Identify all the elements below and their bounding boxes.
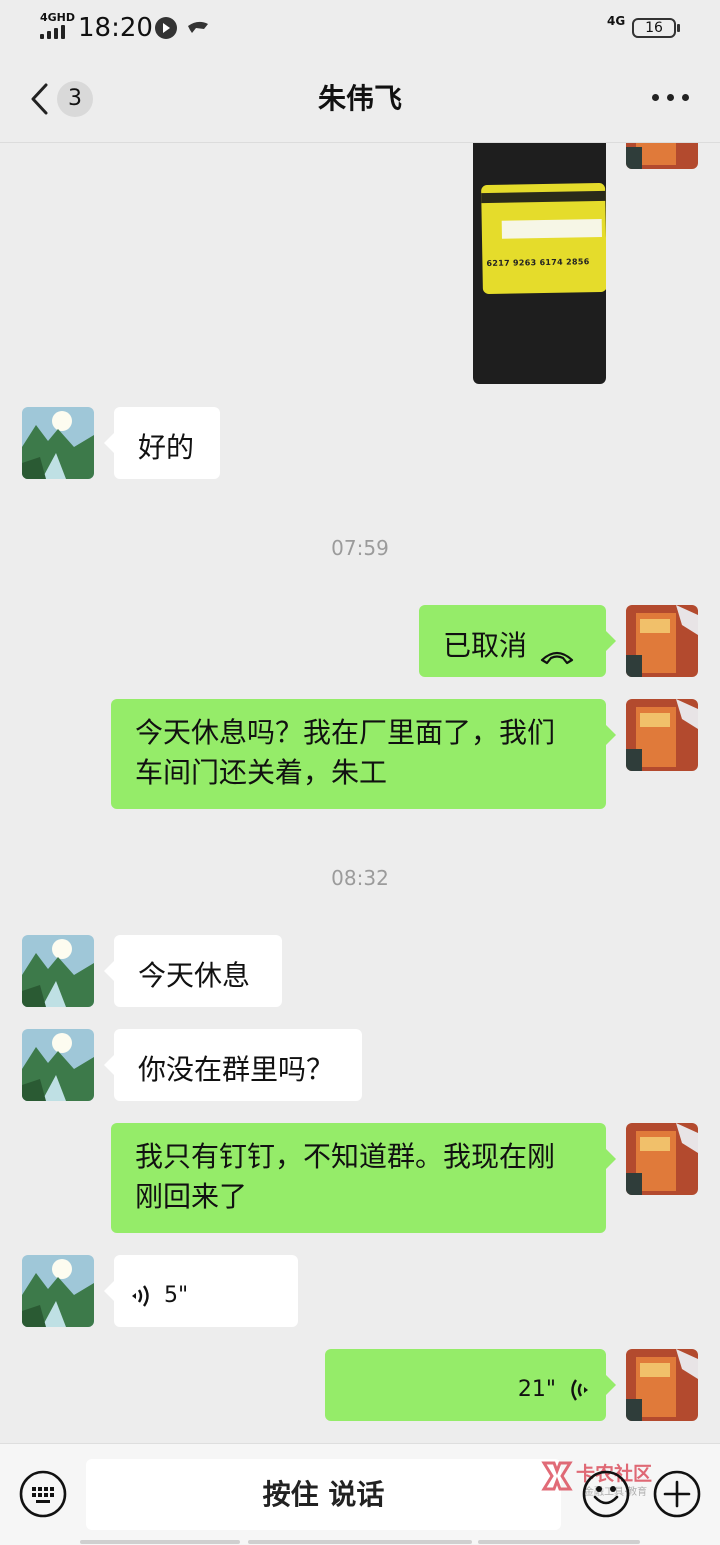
voice-wave-icon: [568, 1376, 590, 1404]
plus-icon[interactable]: [653, 1470, 701, 1518]
battery-level: 16: [645, 20, 663, 36]
emoji-icon[interactable]: [582, 1470, 630, 1518]
keyboard-icon[interactable]: [19, 1470, 67, 1518]
notification-icon: [155, 17, 177, 39]
timestamp: 07:59: [331, 536, 389, 560]
contact-avatar[interactable]: [22, 407, 94, 479]
phone-hangup-icon: [539, 637, 575, 665]
nav-indicator: [478, 1540, 640, 1544]
status-bar: 4GHD 18:20 4G 16: [0, 0, 720, 56]
message-text: 你没在群里吗？: [138, 1053, 335, 1086]
signal-icon: [40, 25, 72, 39]
my-avatar[interactable]: [626, 1123, 698, 1195]
call-record-bubble[interactable]: 已取消: [419, 605, 616, 677]
bank-card-image: 6217 9263 6174 2856: [481, 182, 606, 295]
nav-indicator: [80, 1540, 240, 1544]
message-bubble[interactable]: 我只有钉钉，不知道群。我现在刚刚回来了: [111, 1123, 616, 1233]
voice-duration: 5": [164, 1283, 189, 1308]
voice-message-bubble[interactable]: 21": [325, 1349, 616, 1421]
nav-indicator: [248, 1540, 472, 1544]
input-bar: 按住 说话 卡农社区 金融工具·教育: [0, 1443, 720, 1545]
card-number: 6217 9263 6174 2856: [486, 257, 590, 269]
chat-header: 3 朱伟飞: [0, 56, 720, 143]
voice-duration: 21": [517, 1377, 556, 1402]
message-bubble[interactable]: 今天休息吗？我在厂里面了，我们车间门还关着，朱工: [111, 699, 616, 809]
voice-wave-icon: [130, 1282, 152, 1310]
hold-to-talk-button[interactable]: 按住 说话: [86, 1459, 561, 1530]
contact-avatar[interactable]: [22, 1255, 94, 1327]
network-type: 4GHD: [40, 11, 76, 24]
my-avatar[interactable]: [626, 605, 698, 677]
clock: 18:20: [78, 13, 153, 43]
message-text: 好的: [138, 431, 195, 464]
voice-message-bubble[interactable]: 5": [104, 1255, 298, 1327]
message-text: 今天休息: [138, 959, 251, 992]
call-status-text: 已取消: [443, 629, 528, 662]
message-text: 今天休息吗？我在厂里面了，我们车间门还关着，朱工: [135, 716, 556, 789]
my-avatar[interactable]: [626, 143, 698, 169]
network-4g-icon: 4G: [607, 14, 626, 28]
image-message[interactable]: 6217 9263 6174 2856: [473, 143, 606, 384]
message-list[interactable]: 6217 9263 6174 2856 好的 07:59 已取消 今天休息吗？我…: [0, 143, 720, 1443]
message-bubble[interactable]: 好的: [104, 407, 220, 479]
app-notification-icon: [186, 17, 210, 39]
battery-icon: 16: [632, 18, 680, 38]
chat-title: 朱伟飞: [317, 82, 402, 115]
my-avatar[interactable]: [626, 699, 698, 771]
contact-avatar[interactable]: [22, 1029, 94, 1101]
message-text: 我只有钉钉，不知道群。我现在刚刚回来了: [135, 1140, 556, 1213]
message-bubble[interactable]: 你没在群里吗？: [104, 1029, 362, 1101]
more-icon[interactable]: [650, 94, 690, 104]
message-bubble[interactable]: 今天休息: [104, 935, 282, 1007]
contact-avatar[interactable]: [22, 935, 94, 1007]
timestamp: 08:32: [331, 866, 389, 890]
my-avatar[interactable]: [626, 1349, 698, 1421]
